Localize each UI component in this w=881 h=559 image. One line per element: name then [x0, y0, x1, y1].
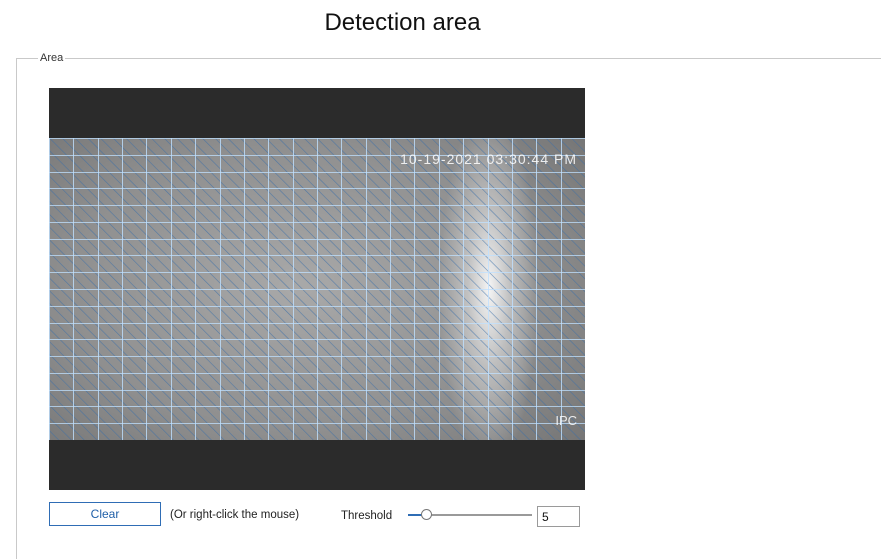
- osd-channel-name: IPC: [555, 413, 577, 428]
- page-title: Detection area: [324, 9, 481, 36]
- threshold-slider[interactable]: [408, 509, 532, 521]
- detection-grid-area[interactable]: 10-19-2021 03:30:44 PM IPC: [49, 138, 585, 440]
- detection-grid[interactable]: [49, 138, 585, 440]
- osd-timestamp: 10-19-2021 03:30:44 PM: [400, 151, 577, 167]
- area-legend: Area: [38, 52, 66, 64]
- clear-button[interactable]: Clear: [49, 502, 161, 526]
- clear-hint: (Or right-click the mouse): [170, 509, 300, 521]
- video-preview: 10-19-2021 03:30:44 PM IPC: [49, 88, 585, 490]
- threshold-input[interactable]: [537, 506, 580, 527]
- hatch-overlay: [49, 138, 585, 440]
- threshold-slider-handle[interactable]: [421, 509, 433, 520]
- threshold-label: Threshold: [341, 510, 393, 522]
